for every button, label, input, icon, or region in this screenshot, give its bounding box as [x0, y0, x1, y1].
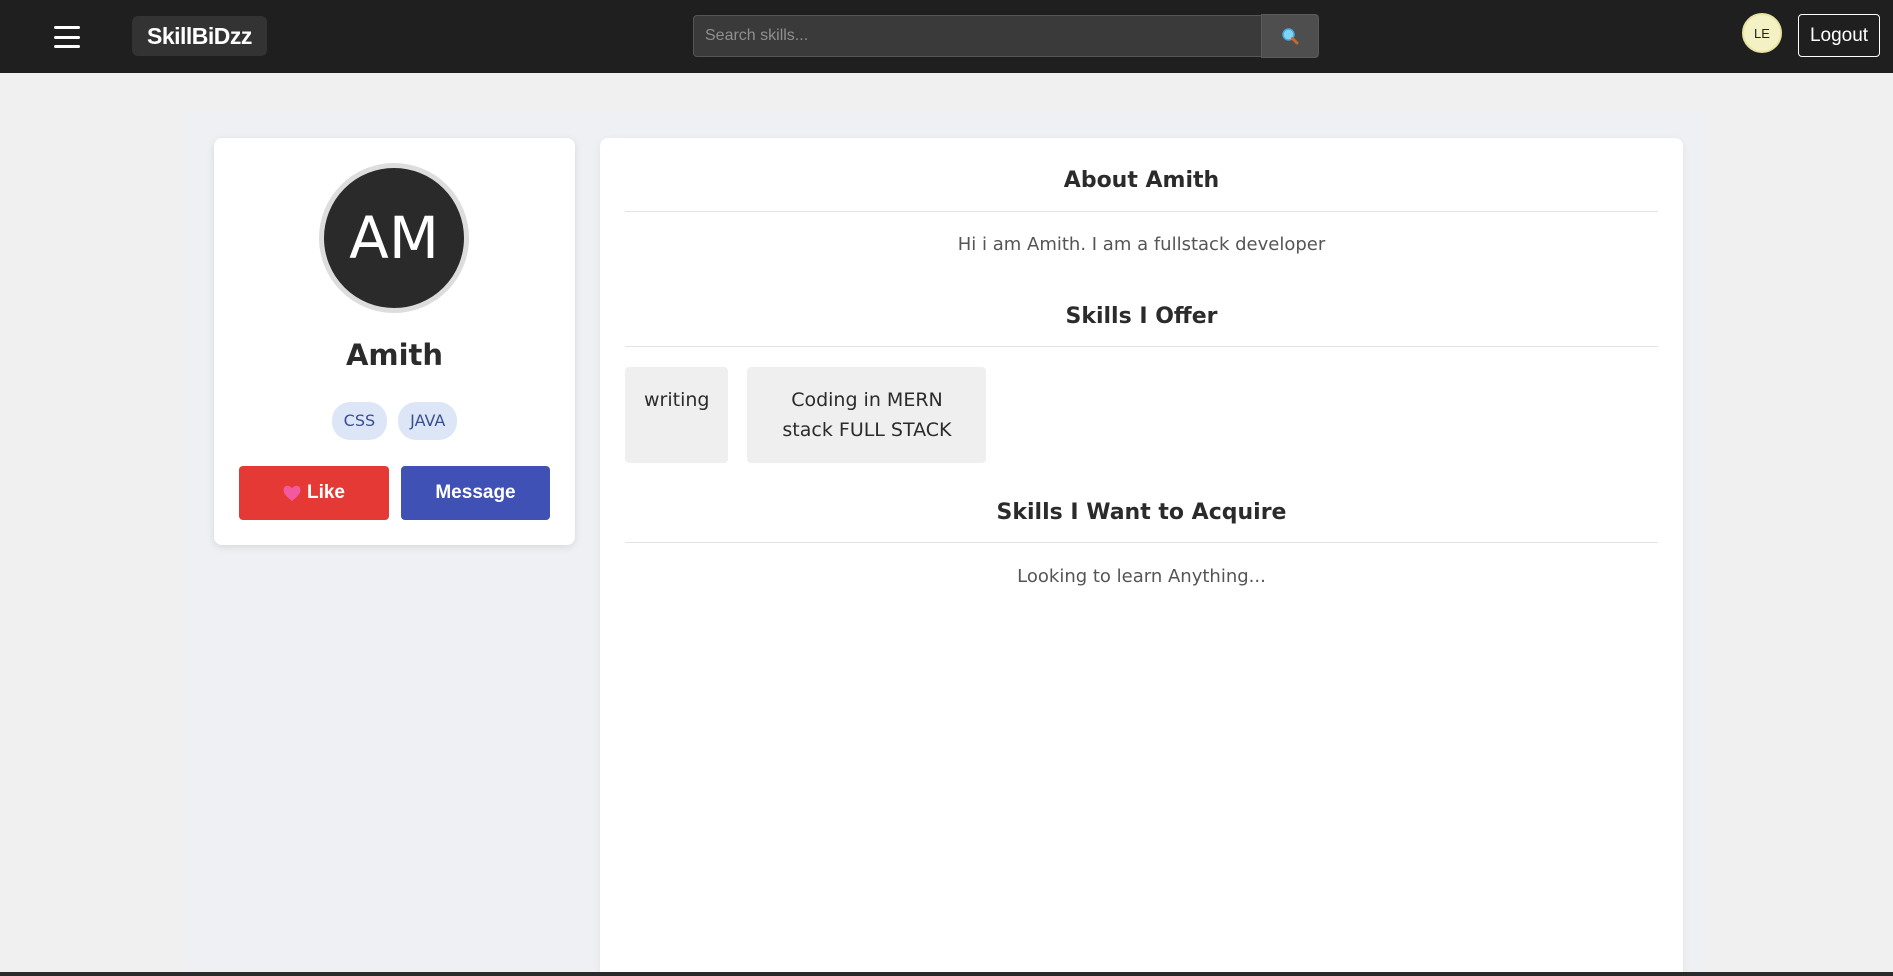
- profile-avatar: AM: [319, 163, 469, 313]
- search-button[interactable]: [1261, 14, 1319, 58]
- user-avatar[interactable]: LE: [1742, 13, 1782, 53]
- like-button[interactable]: Like: [239, 466, 389, 520]
- bottom-edge: [0, 972, 1893, 976]
- skill-tag[interactable]: CSS: [331, 402, 388, 440]
- top-navbar: SkillBiDzz LE Logout: [0, 0, 1893, 73]
- profile-name: Amith: [345, 338, 444, 372]
- acquire-text: Looking to learn Anything...: [1017, 566, 1266, 587]
- offered-skills-list: writing Coding in MERN stack FULL STACK: [625, 367, 987, 463]
- offered-skill-label: writing: [644, 389, 710, 411]
- offered-skill-item[interactable]: writing: [625, 367, 729, 463]
- about-title: About Amith: [1063, 168, 1220, 193]
- profile-card: AM Amith CSS JAVA Like Message: [214, 138, 575, 545]
- acquire-title: Skills I Want to Acquire: [996, 500, 1287, 525]
- search-icon: [1282, 28, 1299, 45]
- divider: [625, 211, 1658, 212]
- logout-button[interactable]: Logout: [1798, 14, 1880, 57]
- search-input[interactable]: [693, 15, 1263, 57]
- message-button[interactable]: Message: [401, 466, 550, 520]
- about-text: Hi i am Amith. I am a fullstack develope…: [957, 234, 1326, 255]
- menu-icon[interactable]: [52, 22, 82, 52]
- offer-title: Skills I Offer: [1065, 304, 1218, 329]
- skill-tags: CSS JAVA: [214, 402, 575, 440]
- divider: [625, 542, 1658, 543]
- like-label: Like: [306, 482, 346, 503]
- heart-icon: [283, 485, 301, 501]
- brand-logo[interactable]: SkillBiDzz: [132, 16, 267, 56]
- divider: [625, 346, 1658, 347]
- offered-skill-label: Coding in MERN stack FULL STACK: [782, 389, 952, 441]
- search-bar: [693, 14, 1319, 58]
- offered-skill-item[interactable]: Coding in MERN stack FULL STACK: [747, 367, 987, 463]
- details-card: About Amith Hi i am Amith. I am a fullst…: [600, 138, 1683, 976]
- skill-tag[interactable]: JAVA: [398, 402, 458, 440]
